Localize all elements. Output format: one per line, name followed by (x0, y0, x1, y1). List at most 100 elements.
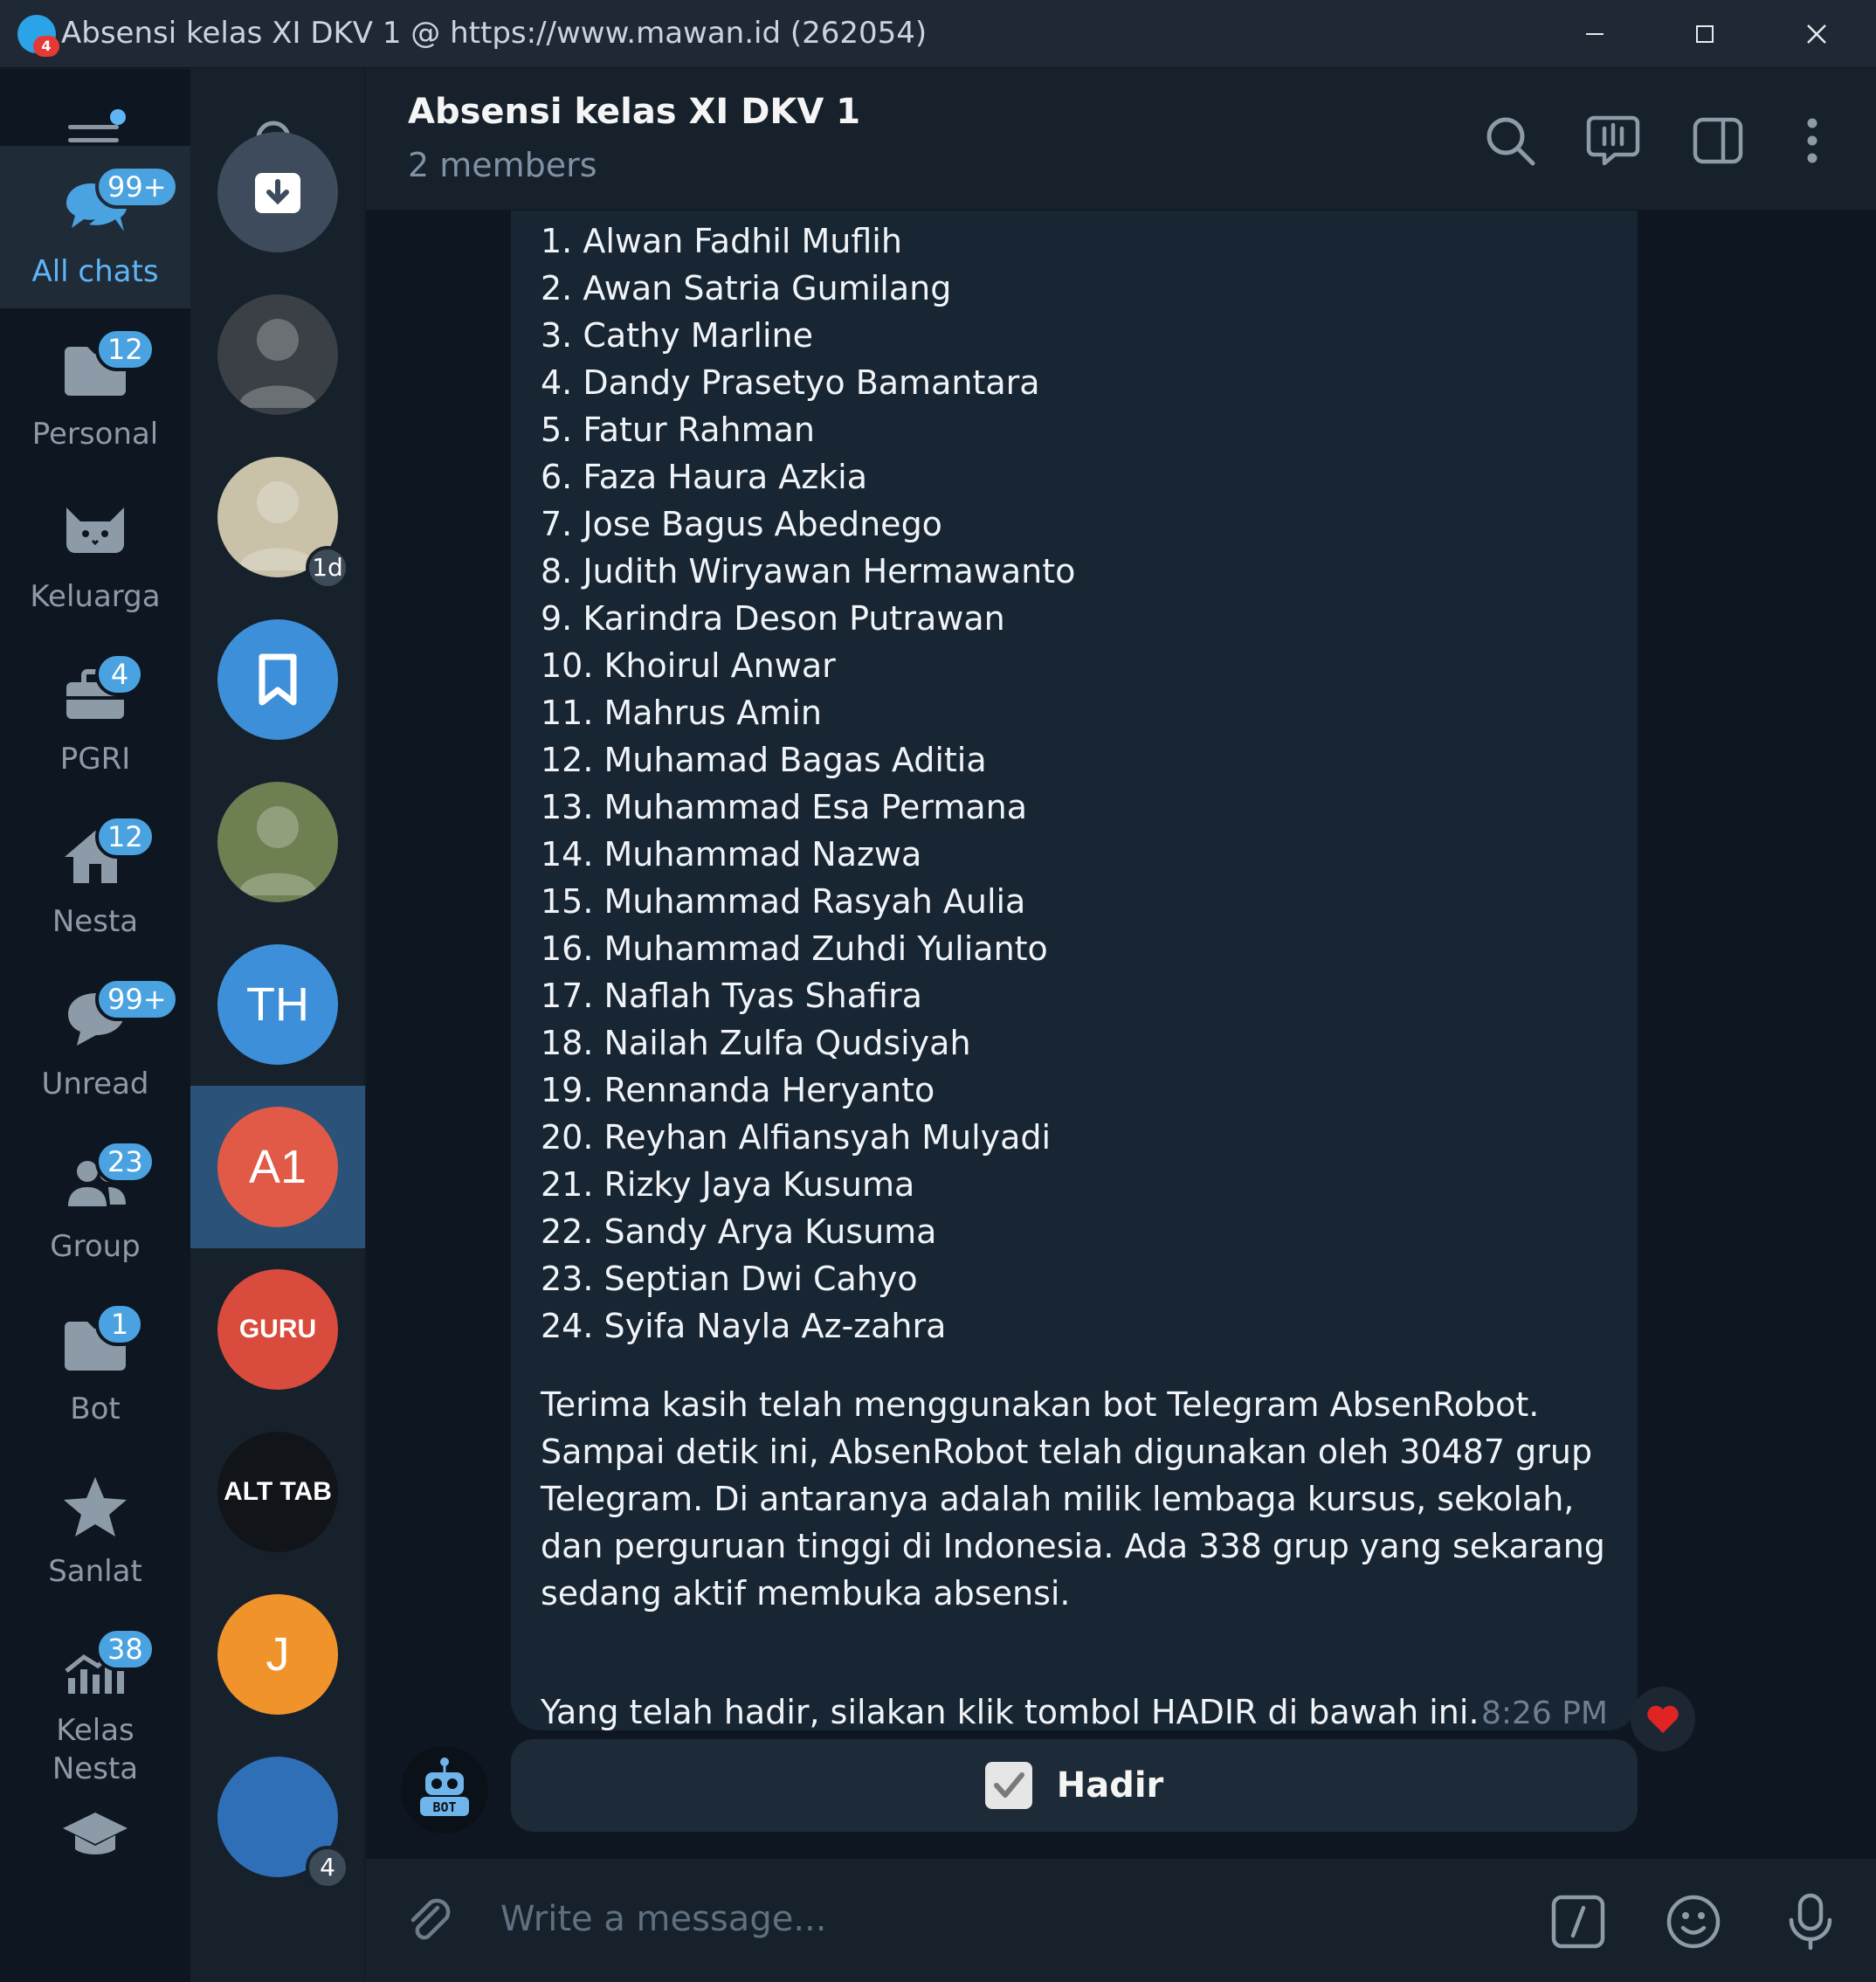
attendance-entry: 17. Naflah Tyas Shafira (541, 977, 922, 1015)
folder-pgri[interactable]: 4 PGRI (0, 633, 190, 796)
folder-personal[interactable]: 12 Personal (0, 308, 190, 471)
bot-commands-icon[interactable] (1548, 1892, 1608, 1951)
folder-sanlat[interactable]: Sanlat (0, 1446, 190, 1608)
folder-kelas-nesta[interactable]: 38 Kelas Nesta (0, 1608, 190, 1786)
robot-icon: BOT (420, 1758, 469, 1816)
sidebar-toggle-icon[interactable] (1690, 113, 1746, 169)
chat-title[interactable]: Absensi kelas XI DKV 1 (408, 92, 860, 132)
message-body: Terima kasih telah menggunakan bot Teleg… (541, 1385, 1605, 1613)
telegram-app-icon: 4 (17, 15, 59, 57)
attendance-entry: 8. Judith Wiryawan Hermawanto (541, 552, 1076, 590)
maximize-icon (1696, 25, 1714, 43)
chats-icon: 99+ (52, 165, 179, 247)
unread-badge: 1 (95, 1302, 144, 1346)
attendance-entry: 11. Mahrus Amin (541, 694, 822, 732)
attendance-entry: 12. Muhamad Bagas Aditia (541, 741, 987, 779)
attendance-entry: 4. Dandy Prasetyo Bamantara (541, 363, 1040, 402)
minimize-icon (1586, 33, 1604, 35)
menu-line (68, 138, 119, 142)
chat-item[interactable]: A1 (190, 1086, 365, 1248)
folder-icon: 1 (52, 1302, 144, 1385)
folder-label: Unread (41, 1067, 149, 1101)
folder-label: Bot (70, 1392, 121, 1426)
folder-bot[interactable]: 1 Bot (0, 1283, 190, 1446)
unread-badge: 4 (95, 653, 144, 696)
folder-label: Keluarga (30, 579, 161, 614)
folder-group[interactable]: 23 Group (0, 1121, 190, 1283)
maximize-button[interactable] (1652, 0, 1757, 68)
attendance-entry: 16. Muhammad Zuhdi Yulianto (541, 929, 1048, 968)
folder-label: Nesta (52, 904, 139, 939)
close-button[interactable] (1764, 0, 1869, 68)
minimize-button[interactable] (1542, 0, 1647, 68)
app-unread-badge: 4 (33, 36, 59, 57)
unread-badge: 12 (95, 328, 155, 371)
chat-item[interactable]: 1d (190, 436, 365, 598)
attach-icon[interactable] (403, 1894, 459, 1950)
folder-label: All chats (31, 254, 159, 289)
attendance-entry: 18. Nailah Zulfa Qudsiyah (541, 1024, 971, 1062)
chat-header[interactable]: Absensi kelas XI DKV 1 2 members (366, 69, 1876, 211)
chat-avatar: ALT TAB (217, 1432, 338, 1552)
hadir-button[interactable]: Hadir (511, 1739, 1638, 1832)
attendance-entry: 22. Sandy Arya Kusuma (541, 1212, 937, 1251)
chat-item[interactable]: J (190, 1573, 365, 1736)
attendance-entry: 23. Septian Dwi Cahyo (541, 1260, 918, 1298)
chat-avatar (217, 782, 338, 902)
stats-icon: 38 (52, 1627, 155, 1706)
unread-badge: 99+ (95, 165, 179, 209)
attendance-entry: 9. Karindra Deson Putrawan (541, 599, 1005, 638)
message-instruction: Yang telah hadir, silakan klik tombol HA… (541, 1693, 1479, 1731)
message-input[interactable] (500, 1889, 1444, 1950)
cat-icon (52, 494, 139, 572)
chat-item[interactable] (190, 761, 365, 923)
attendance-entry: 2. Awan Satria Gumilang (541, 269, 952, 307)
attendance-entry: 19. Rennanda Heryanto (541, 1071, 935, 1109)
bot-avatar[interactable]: BOT (401, 1746, 488, 1834)
telegram-window: 4 Absensi kelas XI DKV 1 @ https://www.m… (0, 0, 1876, 1982)
chat-item[interactable]: TH (190, 923, 365, 1086)
folder-keluarga[interactable]: Keluarga (0, 471, 190, 633)
archive-avatar (217, 132, 338, 252)
folder-label: Group (50, 1229, 141, 1264)
attendance-entry: 7. Jose Bagus Abednego (541, 505, 942, 543)
attendance-entry: 1. Alwan Fadhil Muflih (541, 222, 902, 260)
microphone-icon[interactable] (1781, 1892, 1840, 1951)
attendance-list: 1. Alwan Fadhil Muflih 2. Awan Satria Gum… (541, 218, 1615, 1350)
more-options-icon[interactable] (1784, 113, 1840, 169)
chat-item[interactable] (190, 598, 365, 761)
emoji-icon[interactable] (1664, 1892, 1723, 1951)
unread-badge: 23 (95, 1140, 155, 1184)
message-bubble[interactable]: 1. Alwan Fadhil Muflih 2. Awan Satria Gum… (511, 211, 1638, 1731)
heart-reaction[interactable] (1631, 1687, 1695, 1751)
chat-item[interactable] (190, 273, 365, 436)
chat-item[interactable]: 4 (190, 1736, 365, 1898)
chat-item[interactable]: GURU (190, 1248, 365, 1411)
chat-item[interactable] (190, 111, 365, 273)
attendance-entry: 24. Syifa Nayla Az-zahra (541, 1307, 947, 1345)
unread-badge: 38 (95, 1627, 155, 1671)
heart-icon (1647, 1705, 1679, 1733)
archive-icon (255, 173, 300, 213)
folder-nesta[interactable]: 12 Nesta (0, 796, 190, 958)
chat-item[interactable]: ALT TAB (190, 1411, 365, 1573)
folder-edu[interactable] (0, 1771, 190, 1933)
folder-icon: 12 (52, 328, 155, 410)
search-icon[interactable] (1482, 113, 1538, 169)
folder-label: PGRI (59, 742, 131, 777)
hadir-button-label: Hadir (1056, 1765, 1164, 1806)
saved-messages-avatar (217, 619, 338, 740)
attendance-entry: 13. Muhammad Esa Permana (541, 788, 1028, 826)
chat-badge: 1d (306, 546, 349, 590)
message-composer (366, 1858, 1876, 1982)
bookmark-icon (259, 653, 297, 706)
folder-label: Sanlat (48, 1554, 142, 1589)
attendance-entry: 15. Muhammad Rasyah Aulia (541, 882, 1026, 921)
attendance-entry: 14. Muhammad Nazwa (541, 835, 922, 874)
folder-sidebar: 99+ All chats 12 Personal Keluarga 4 PGRI 12 Nes… (0, 69, 190, 1982)
live-stream-icon[interactable] (1585, 113, 1641, 169)
bot-label: BOT (432, 1799, 456, 1815)
folder-all-chats[interactable]: 99+ All chats (0, 146, 190, 308)
group-icon: 23 (52, 1140, 155, 1222)
folder-unread[interactable]: 99+ Unread (0, 958, 190, 1121)
